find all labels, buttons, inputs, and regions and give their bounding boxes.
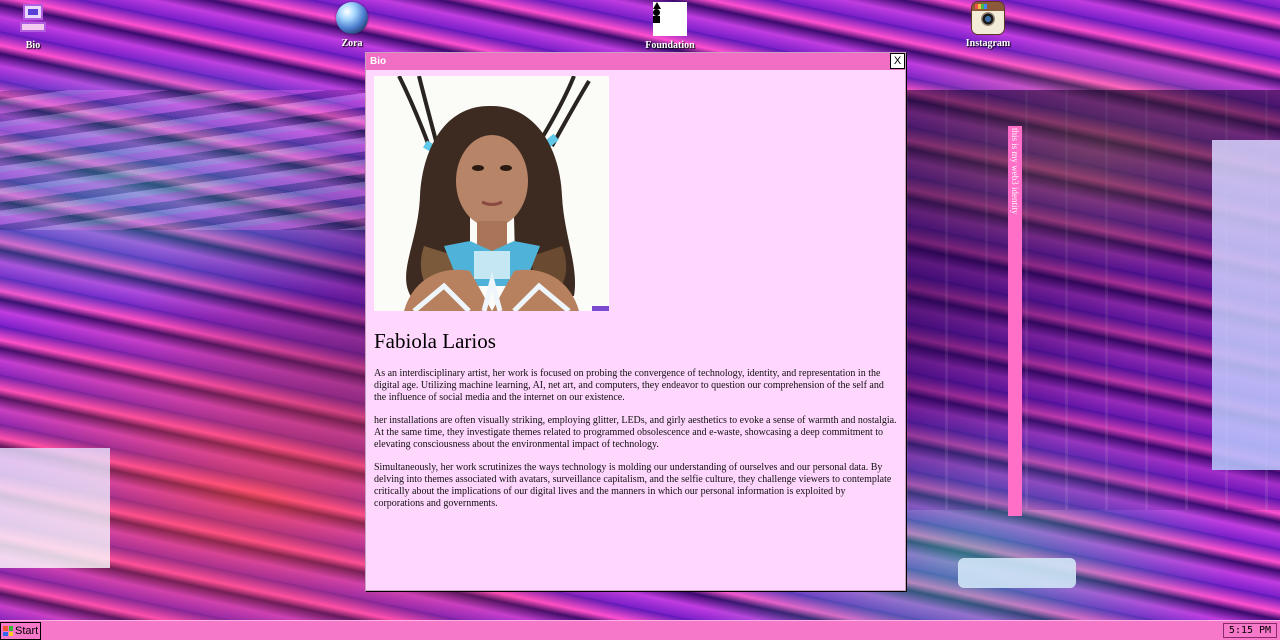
bio-paragraph: her installations are often visually str… (374, 415, 897, 450)
window-titlebar[interactable]: Bio X (366, 53, 905, 70)
desktop-wallpaper: Bio Zora Foundation Instagram Bio X Fabi… (0, 0, 1280, 620)
bio-paragraph: As an interdisciplinary artist, her work… (374, 368, 884, 403)
window-title: Bio (370, 56, 387, 67)
start-button[interactable]: Start (0, 622, 41, 640)
foundation-logo-icon (653, 2, 687, 36)
desktop-icon-label: Instagram (965, 38, 1011, 49)
window-content: Fabiola Larios As an interdisciplinary a… (374, 76, 897, 582)
wallpaper-light-panel-left (0, 448, 110, 568)
artist-name-heading: Fabiola Larios (374, 329, 496, 353)
zora-orb-icon (336, 2, 368, 34)
computer-icon (18, 2, 48, 36)
taskbar-clock: 5:15 PM (1223, 623, 1277, 638)
desktop-icon-instagram[interactable]: Instagram (948, 2, 1028, 49)
desktop-icon-label: Zora (341, 38, 363, 49)
bio-paragraph: Simultaneously, her work scrutinizes the… (374, 462, 892, 509)
vertical-marquee-bar: this is my web3 identity (1008, 126, 1022, 516)
wallpaper-light-panel-right (1212, 140, 1280, 470)
windows-logo-icon (3, 626, 13, 636)
desktop-icon-bio[interactable]: Bio (0, 2, 73, 51)
vertical-marquee-text: this is my web3 identity (1010, 128, 1020, 215)
desktop-icon-zora[interactable]: Zora (312, 2, 392, 49)
portrait-image (374, 76, 609, 311)
start-label: Start (15, 625, 39, 637)
bio-window[interactable]: Bio X Fabiola Larios As an interdiscipli… (365, 52, 906, 591)
close-button[interactable]: X (890, 53, 905, 69)
wallpaper-glitch-stripes (0, 90, 380, 230)
taskbar: Start 5:15 PM (0, 620, 1280, 640)
desktop-icon-label: Bio (25, 40, 41, 51)
wallpaper-glow-pill (958, 558, 1076, 588)
instagram-camera-icon (972, 2, 1004, 34)
desktop-icon-label: Foundation (645, 40, 695, 51)
desktop-icon-foundation[interactable]: Foundation (630, 2, 710, 51)
